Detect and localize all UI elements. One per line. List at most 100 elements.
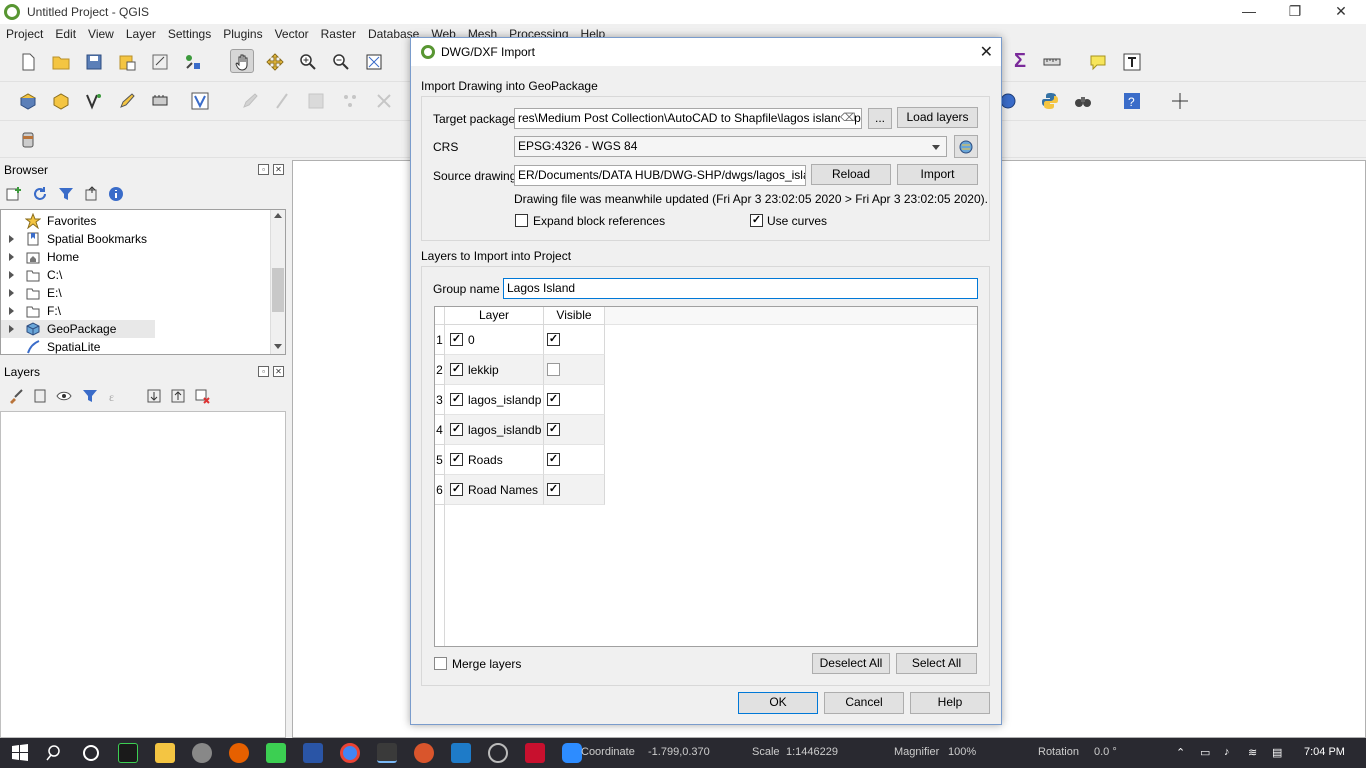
expand-arrow-icon[interactable]	[9, 253, 14, 261]
visible-cell[interactable]: ✓	[544, 445, 605, 475]
menu-settings[interactable]: Settings	[162, 27, 217, 41]
edit-toggle-button[interactable]	[238, 89, 262, 113]
filter-expression-button[interactable]: ε	[108, 388, 138, 406]
browser-item-c-drive[interactable]: C:\	[1, 266, 271, 284]
browser-item-spatialite[interactable]: SpatiaLite	[1, 338, 271, 356]
visible-cell[interactable]: ✓	[544, 385, 605, 415]
menu-raster[interactable]: Raster	[315, 27, 362, 41]
remove-layer-button[interactable]	[194, 388, 214, 406]
deselect-all-button[interactable]: Deselect All	[812, 653, 890, 674]
vscode-icon[interactable]	[451, 743, 471, 763]
visible-checkbox[interactable]: ✓	[547, 393, 560, 406]
close-panel-button[interactable]: ✕	[273, 366, 284, 377]
virtual-layer-button[interactable]	[148, 89, 172, 113]
help-contents-button[interactable]: ?	[1120, 89, 1144, 113]
qgis-taskbar-icon[interactable]	[377, 743, 397, 763]
restore-button[interactable]: ❐	[1272, 0, 1318, 24]
table-row[interactable]: ✓ 0	[445, 325, 544, 355]
table-row[interactable]: ✓ lagos_islandp	[445, 385, 544, 415]
expand-arrow-icon[interactable]	[9, 289, 14, 297]
menu-plugins[interactable]: Plugins	[217, 27, 268, 41]
text-annotation-button[interactable]	[1120, 50, 1144, 74]
style-layer-button[interactable]	[8, 388, 28, 406]
expand-arrow-icon[interactable]	[9, 325, 14, 333]
add-feature-button[interactable]	[338, 89, 362, 113]
select-crs-button[interactable]	[954, 135, 978, 158]
float-panel-button[interactable]: ▫	[258, 164, 269, 175]
refresh-button[interactable]	[32, 186, 52, 204]
expand-block-checkbox[interactable]	[515, 214, 528, 227]
identify-plugin-button[interactable]	[1071, 89, 1095, 113]
crs-select[interactable]: EPSG:4326 - WGS 84	[514, 136, 947, 157]
float-panel-button[interactable]: ▫	[258, 366, 269, 377]
visible-checkbox[interactable]: ✓	[547, 453, 560, 466]
filter-legend-button[interactable]	[82, 388, 102, 406]
browser-item-spatial-bookmarks[interactable]: Spatial Bookmarks	[1, 230, 271, 248]
file-explorer-icon[interactable]	[155, 743, 175, 763]
new-geopackage-button[interactable]	[49, 89, 73, 113]
visible-checkbox[interactable]	[547, 363, 560, 376]
collapse-all-layers-button[interactable]	[170, 388, 190, 406]
wifi-icon[interactable]: ≋	[1248, 746, 1257, 759]
column-header-layer[interactable]: Layer	[445, 307, 544, 325]
browser-item-home[interactable]: Home	[1, 248, 271, 266]
collapse-all-button[interactable]	[84, 186, 104, 204]
expand-arrow-icon[interactable]	[9, 307, 14, 315]
load-layers-button[interactable]: Load layers	[897, 107, 978, 128]
volume-icon[interactable]: ♪	[1224, 746, 1230, 758]
visible-checkbox[interactable]: ✓	[547, 423, 560, 436]
clock-time[interactable]: 7:04 PM	[1304, 746, 1345, 758]
target-package-field[interactable]: res\Medium Post Collection\AutoCAD to Sh…	[514, 108, 862, 129]
save-as-button[interactable]	[115, 50, 139, 74]
app-icon-p[interactable]	[414, 743, 434, 763]
current-edits-button[interactable]	[270, 89, 294, 113]
cortana-icon[interactable]	[81, 743, 101, 763]
import-button[interactable]: Import	[897, 164, 978, 185]
minimize-button[interactable]: —	[1226, 0, 1272, 24]
chrome-icon[interactable]	[340, 743, 360, 763]
visible-cell[interactable]: ✓	[544, 475, 605, 505]
browser-item-f-drive[interactable]: F:\	[1, 302, 271, 320]
merge-layers-checkbox[interactable]	[434, 657, 447, 670]
magnifier-value[interactable]: 100%	[948, 746, 976, 758]
table-row[interactable]: ✓ Road Names	[445, 475, 544, 505]
new-vector-layer-button[interactable]	[82, 89, 106, 113]
scroll-up-icon[interactable]	[274, 213, 282, 218]
en-language-icon[interactable]	[303, 743, 323, 763]
style-manager-button[interactable]	[181, 50, 205, 74]
app-icon-gear[interactable]	[192, 743, 212, 763]
browse-target-button[interactable]: ...	[868, 108, 892, 129]
python-console-button[interactable]	[1038, 89, 1062, 113]
zoom-app-icon[interactable]	[562, 743, 582, 763]
table-row[interactable]: ✓ Roads	[445, 445, 544, 475]
save-project-button[interactable]	[82, 50, 106, 74]
column-header-visible[interactable]: Visible	[544, 307, 605, 325]
tray-device-icon[interactable]: ▭	[1200, 746, 1210, 759]
visible-cell[interactable]: ✓	[544, 325, 605, 355]
tray-chevron-icon[interactable]: ⌃	[1176, 746, 1185, 759]
zoom-full-button[interactable]	[362, 50, 386, 74]
import-layer-checkbox[interactable]: ✓	[450, 333, 463, 346]
menu-edit[interactable]: Edit	[49, 27, 82, 41]
data-source-manager-button[interactable]	[16, 89, 40, 113]
properties-button[interactable]	[108, 186, 128, 204]
vertex-tool-button[interactable]	[372, 89, 396, 113]
windows-start-icon[interactable]	[10, 743, 30, 763]
clear-field-icon[interactable]: ⌫	[840, 111, 856, 125]
expand-arrow-icon[interactable]	[9, 235, 14, 243]
open-project-button[interactable]	[49, 50, 73, 74]
app-icon-diamond[interactable]	[266, 743, 286, 763]
visible-checkbox[interactable]: ✓	[547, 333, 560, 346]
use-curves-checkbox[interactable]: ✓	[750, 214, 763, 227]
import-layer-checkbox[interactable]: ✓	[450, 393, 463, 406]
coordinate-value[interactable]: -1.799,0.370	[648, 746, 710, 758]
menu-project[interactable]: Project	[0, 27, 49, 41]
zoom-in-button[interactable]	[296, 50, 320, 74]
browser-scrollbar[interactable]	[270, 210, 285, 354]
visible-cell[interactable]	[544, 355, 605, 385]
save-edits-button[interactable]	[304, 89, 328, 113]
autocad-icon[interactable]	[525, 743, 545, 763]
pan-to-selection-button[interactable]	[263, 50, 287, 74]
close-panel-button[interactable]: ✕	[273, 164, 284, 175]
digitize-button[interactable]	[115, 89, 139, 113]
